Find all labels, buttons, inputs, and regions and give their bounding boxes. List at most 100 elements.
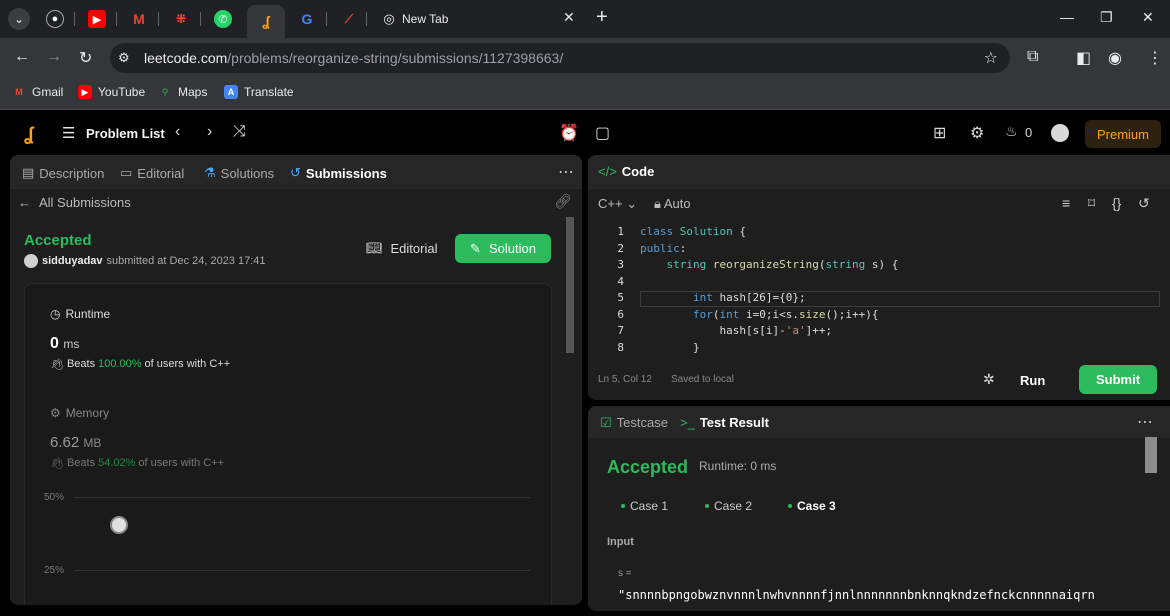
tab-search-icon[interactable]: ⌄: [8, 8, 30, 30]
close-tab-icon[interactable]: ✕: [563, 9, 575, 26]
code-editor[interactable]: 1 class Solution { 2 public: 3 string reor…: [588, 223, 1170, 359]
prev-problem-icon[interactable]: ‹: [175, 123, 180, 141]
next-problem-icon[interactable]: ›: [207, 123, 212, 141]
browser-tab-bar: ⌄ ● ▶ M ⁜ ✆ ʆ G ⟋ ◎ New Tab ✕ + — ❐ ✕: [0, 0, 1170, 38]
google-tab-icon[interactable]: G: [298, 10, 316, 28]
auto-label: Auto: [663, 196, 691, 211]
code-line: 2 public:: [588, 242, 1170, 258]
language-select[interactable]: C++ ⌄: [598, 196, 637, 212]
tab-solutions[interactable]: ⚗ Solutions: [204, 165, 274, 181]
list-icon[interactable]: ☰: [62, 124, 75, 142]
run-button[interactable]: Run: [1020, 373, 1045, 388]
solution-button[interactable]: ✎ Solution: [455, 234, 551, 263]
tab-test-result[interactable]: >_ Test Result: [680, 415, 769, 430]
braces-icon[interactable]: {}: [1112, 195, 1121, 211]
auto-mode[interactable]: 🔒︎ Auto: [654, 196, 691, 212]
shuffle-icon[interactable]: ⤨: [233, 123, 246, 141]
maps-pin-icon: ⚲: [161, 86, 169, 97]
user-avatar[interactable]: [1051, 124, 1069, 142]
memory-unit: MB: [83, 436, 102, 450]
streak-fire-icon[interactable]: ♨: [1005, 123, 1018, 140]
bookmark-youtube[interactable]: ▶ YouTube: [78, 85, 145, 99]
case-tab-3[interactable]: Case 3: [788, 499, 836, 513]
solution-label: Solution: [488, 241, 536, 256]
notes-icon[interactable]: ▢: [595, 123, 610, 143]
app-tab-icon[interactable]: ⁜: [172, 10, 190, 28]
case-tab-1[interactable]: Case 1: [621, 499, 668, 513]
runtime-label[interactable]: ◷ Runtime: [50, 307, 110, 321]
format-icon[interactable]: ≡: [1062, 195, 1070, 211]
line-number: 1: [617, 225, 624, 238]
extensions-icon[interactable]: ⧉: [1027, 48, 1038, 66]
line-number: 3: [617, 258, 624, 271]
test-panel-scrollbar[interactable]: [1145, 437, 1157, 473]
runtime-number: 0: [50, 335, 59, 352]
address-bar[interactable]: ⚙ leetcode.com/problems/reorganize-strin…: [110, 43, 1010, 73]
test-panel-header: ☑ Testcase >_ Test Result ⋯: [588, 406, 1170, 438]
debug-icon[interactable]: ✲: [983, 371, 995, 388]
tab-description[interactable]: ▤ Description: [22, 165, 104, 181]
variable-value: "snnnnbpngobwznvnnnlnwhvnnnnfjnnlnnnnnnn…: [618, 588, 1095, 602]
cursor-position: Ln 5, Col 12: [598, 374, 652, 385]
timer-icon[interactable]: ⏰: [559, 123, 579, 143]
left-panel-scrollbar[interactable]: [566, 217, 574, 353]
submit-button[interactable]: Submit: [1079, 365, 1157, 394]
pass-dot-icon: [621, 504, 625, 508]
whatsapp-tab-icon[interactable]: ✆: [214, 10, 232, 28]
share-link-icon[interactable]: 🔗︎: [554, 193, 572, 210]
bookmark-star-icon[interactable]: ☆: [984, 48, 998, 68]
tab-label: Solutions: [220, 165, 275, 181]
more-options-icon[interactable]: ⋯: [558, 162, 574, 182]
leetcode-tab-icon: ʆ: [262, 13, 270, 29]
restore-icon[interactable]: ❐: [1100, 9, 1113, 26]
layout-grid-icon[interactable]: ⊞: [933, 123, 946, 143]
code-line: 8 }: [588, 341, 1170, 357]
bookmark-icon[interactable]: ⌑: [1088, 195, 1095, 212]
case-label: Case 2: [714, 499, 753, 513]
site-info-icon[interactable]: ⚙: [118, 50, 130, 66]
bookmark-translate[interactable]: A Translate: [224, 85, 294, 99]
forward-icon[interactable]: →: [46, 48, 62, 66]
submitter-username[interactable]: sidduyadav: [42, 255, 103, 267]
case-tab-2[interactable]: Case 2: [705, 499, 752, 513]
clock-icon: ◷: [50, 307, 61, 321]
chart-user-marker[interactable]: [110, 516, 128, 534]
github-tab-icon[interactable]: ●: [46, 10, 64, 28]
url-text: leetcode.com/problems/reorganize-string/…: [144, 50, 563, 66]
app-tab-icon[interactable]: ⟋: [340, 10, 358, 28]
new-tab-plus-icon[interactable]: +: [596, 6, 608, 29]
active-tab[interactable]: ʆ: [247, 5, 285, 38]
submitter-avatar: [24, 254, 38, 268]
back-icon[interactable]: ←: [14, 48, 30, 66]
tab-separator: [116, 12, 117, 26]
settings-gear-icon[interactable]: ⚙: [970, 123, 984, 143]
leetcode-logo-icon[interactable]: ʆ: [24, 124, 34, 145]
close-window-icon[interactable]: ✕: [1142, 9, 1154, 26]
chart-tick-label: 25%: [44, 565, 65, 576]
problem-list-link[interactable]: Problem List: [86, 126, 165, 141]
code-line: 4: [588, 275, 1170, 291]
runtime-label-text: Runtime: [65, 307, 111, 321]
reload-icon[interactable]: ↻: [79, 48, 92, 68]
menu-icon[interactable]: ⋮: [1147, 48, 1163, 68]
more-options-icon[interactable]: ⋯: [1137, 412, 1153, 432]
profile-icon[interactable]: ◉: [1108, 48, 1122, 68]
premium-button[interactable]: Premium: [1085, 120, 1161, 148]
youtube-tab-icon[interactable]: ▶: [88, 10, 106, 28]
bookmark-gmail[interactable]: M Gmail: [12, 85, 63, 99]
tab-testcase[interactable]: ☑ Testcase: [600, 415, 668, 431]
tab-submissions[interactable]: ↺ Submissions: [290, 165, 387, 181]
all-submissions-link[interactable]: ← All Submissions: [18, 195, 131, 210]
browser-toolbar: ← → ↻ ⚙ leetcode.com/problems/reorganize…: [0, 38, 1170, 78]
submitted-at: submitted at Dec 24, 2023 17:41: [106, 255, 266, 267]
side-panel-icon[interactable]: ◧: [1076, 48, 1091, 68]
minimize-icon[interactable]: —: [1060, 9, 1074, 25]
tab-editorial[interactable]: ▭ Editorial: [120, 165, 184, 181]
gmail-tab-icon[interactable]: M: [130, 10, 148, 28]
history-icon: ↺: [290, 165, 301, 180]
bookmark-maps[interactable]: ⚲ Maps: [158, 85, 208, 99]
reset-icon[interactable]: ↺: [1138, 195, 1150, 212]
line-number: 2: [617, 242, 624, 255]
memory-label[interactable]: ⚙ Memory: [50, 406, 109, 420]
editorial-button[interactable]: 📖︎ Editorial: [366, 240, 437, 256]
